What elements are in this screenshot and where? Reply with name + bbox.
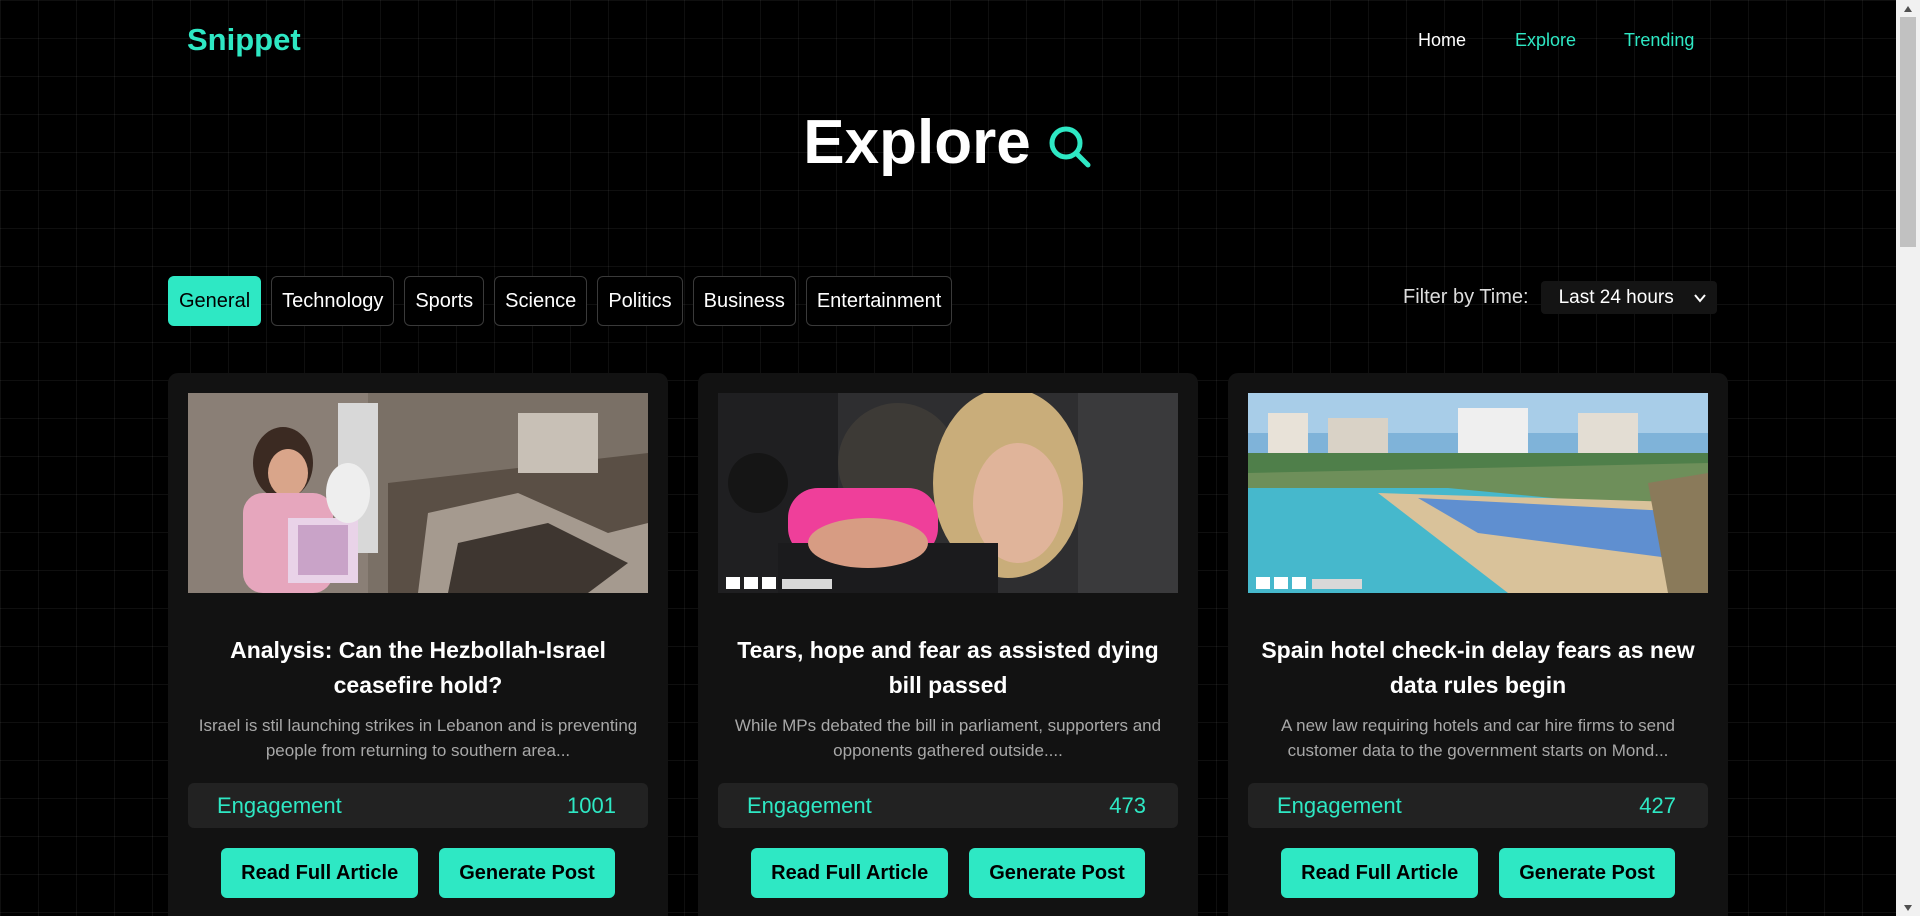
category-entertainment-button[interactable]: Entertainment xyxy=(805,276,953,326)
page-title: Explore xyxy=(803,108,1031,177)
read-full-article-button[interactable]: Read Full Article xyxy=(221,848,419,898)
category-sports-button[interactable]: Sports xyxy=(404,276,485,326)
logo[interactable]: Snippet xyxy=(187,22,301,58)
hero: Explore xyxy=(0,112,1896,174)
engagement-label: Engagement xyxy=(217,792,342,818)
category-general-button[interactable]: General xyxy=(168,276,262,326)
time-filter-value: Last 24 hours xyxy=(1558,286,1674,308)
nav-explore-link[interactable]: Explore xyxy=(1515,30,1576,51)
category-politics-button[interactable]: Politics xyxy=(597,276,683,326)
article-title[interactable]: Tears, hope and fear as assisted dying b… xyxy=(728,633,1168,703)
article-card: Tears, hope and fear as assisted dying b… xyxy=(698,373,1198,916)
scroll-down-arrow-icon[interactable] xyxy=(1896,899,1920,916)
category-technology-button[interactable]: Technology xyxy=(271,276,395,326)
time-filter-select[interactable]: Last 24 hours xyxy=(1540,281,1717,314)
nav-home-link[interactable]: Home xyxy=(1418,30,1466,51)
engagement-bar: Engagement 1001 xyxy=(188,783,648,828)
category-filters: General Technology Sports Science Politi… xyxy=(168,276,953,326)
card-actions: Read Full Article Generate Post xyxy=(168,848,668,898)
scrollbar-thumb[interactable] xyxy=(1900,17,1916,247)
page: Snippet Home Explore Trending Explore Ge… xyxy=(0,0,1920,916)
article-description: Israel is stil launching strikes in Leba… xyxy=(198,716,638,760)
time-filter: Filter by Time: Last 24 hours xyxy=(1403,281,1717,314)
generate-post-button[interactable]: Generate Post xyxy=(969,848,1145,898)
engagement-count: 427 xyxy=(1639,792,1676,818)
article-title[interactable]: Spain hotel check-in delay fears as new … xyxy=(1258,633,1698,703)
category-business-button[interactable]: Business xyxy=(692,276,796,326)
article-grid: Analysis: Can the Hezbollah-Israel cease… xyxy=(168,373,1728,916)
article-description: A new law requiring hotels and car hire … xyxy=(1280,716,1676,760)
search-icon xyxy=(1049,126,1091,168)
engagement-count: 1001 xyxy=(567,792,616,818)
read-full-article-button[interactable]: Read Full Article xyxy=(751,848,949,898)
generate-post-button[interactable]: Generate Post xyxy=(439,848,615,898)
engagement-bar: Engagement 427 xyxy=(1248,783,1708,828)
article-image xyxy=(718,393,1178,593)
generate-post-button[interactable]: Generate Post xyxy=(1499,848,1675,898)
scroll-up-arrow-icon[interactable] xyxy=(1896,0,1920,17)
card-actions: Read Full Article Generate Post xyxy=(1228,848,1728,898)
engagement-label: Engagement xyxy=(1277,792,1402,818)
article-card: Analysis: Can the Hezbollah-Israel cease… xyxy=(168,373,668,916)
read-full-article-button[interactable]: Read Full Article xyxy=(1281,848,1479,898)
category-science-button[interactable]: Science xyxy=(494,276,588,326)
chevron-down-icon xyxy=(1693,293,1706,303)
article-description: While MPs debated the bill in parliament… xyxy=(734,716,1162,760)
article-image xyxy=(188,393,648,593)
engagement-label: Engagement xyxy=(747,792,872,818)
engagement-bar: Engagement 473 xyxy=(718,783,1178,828)
article-title[interactable]: Analysis: Can the Hezbollah-Israel cease… xyxy=(198,633,638,703)
time-filter-label: Filter by Time: xyxy=(1403,286,1529,308)
article-card: Spain hotel check-in delay fears as new … xyxy=(1228,373,1728,916)
nav-trending-link[interactable]: Trending xyxy=(1624,30,1694,51)
vertical-scrollbar[interactable] xyxy=(1896,0,1920,916)
engagement-count: 473 xyxy=(1109,792,1146,818)
article-image xyxy=(1248,393,1708,593)
card-actions: Read Full Article Generate Post xyxy=(698,848,1198,898)
